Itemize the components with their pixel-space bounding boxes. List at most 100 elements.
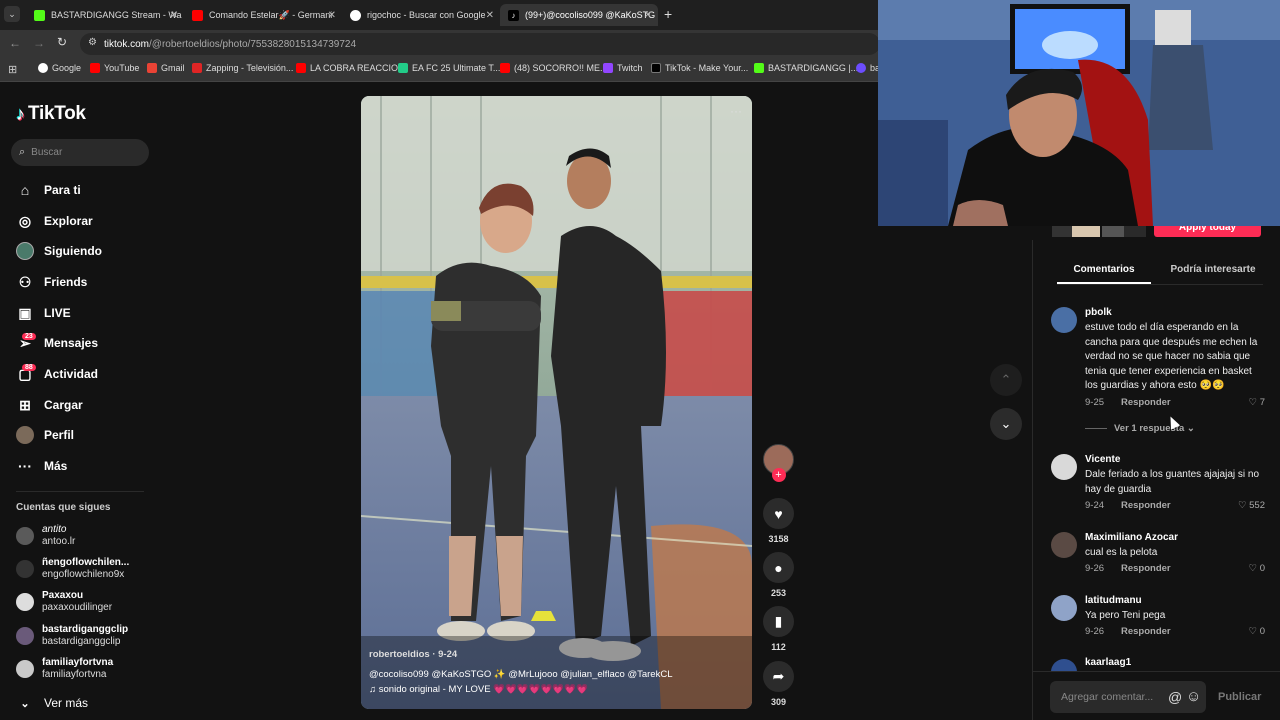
comment-username[interactable]: kaarlaag1 [1085, 657, 1131, 668]
comment-button[interactable]: ● 253 [763, 552, 794, 598]
comment-username[interactable]: pbolk [1085, 307, 1112, 318]
bookmark-lacobra[interactable]: LA COBRA REACCIO... [296, 63, 406, 73]
bookmark-twitch[interactable]: Twitch [603, 63, 643, 73]
follow-plus-icon[interactable]: + [771, 468, 786, 482]
bookmark-gmail[interactable]: Gmail [147, 63, 185, 73]
tab-youtube[interactable]: Comando Estelar🚀 - Germani ✕ [184, 4, 342, 26]
following-item[interactable]: bastardiganggclip bastardiganggclip [16, 624, 128, 648]
site-info-icon[interactable]: ⚙ [88, 37, 97, 48]
comment-like-button[interactable]: ♡ 7 [1249, 397, 1265, 408]
see-more-button[interactable]: ⌄ Ver más [16, 694, 88, 712]
more-icon: ··· [18, 458, 32, 474]
new-tab-button[interactable]: + [664, 6, 672, 22]
nav-label: Mensajes [44, 336, 99, 350]
tab-kick[interactable]: BASTARDIGANGG Stream - Wa ✕ [26, 4, 184, 26]
post-sound[interactable]: ♫ sonido original - MY LOVE 💗💗💗💗💗💗💗💗 [369, 684, 588, 695]
tab-tiktok[interactable]: ♪ (99+)@cocoliso099 @KaKoSTG ✕ [500, 4, 658, 26]
bookmark-socorro[interactable]: (48) SOCORRO!! ME... [500, 63, 608, 73]
youtube-icon [90, 63, 100, 73]
bookmark-ba[interactable]: ba [856, 63, 880, 73]
comment-input[interactable]: Agregar comentar... @ ☺ [1050, 681, 1206, 713]
following-item[interactable]: Paxaxou paxaxoudilinger [16, 590, 112, 614]
reload-icon[interactable]: ↻ [57, 35, 67, 49]
post-author[interactable]: robertoeldios · 9-24 [369, 649, 457, 660]
tab-podria-interesarte[interactable]: Podría interesarte [1163, 264, 1263, 275]
url-field[interactable]: ⚙ tiktok.com /@robertoeldios/photo/75538… [80, 33, 880, 55]
bookmark-eafc[interactable]: EA FC 25 Ultimate T... [398, 63, 500, 73]
tab-comentarios[interactable]: Comentarios [1057, 264, 1151, 284]
reply-button[interactable]: Responder [1121, 500, 1171, 511]
comment-like-button[interactable]: ♡ 0 [1249, 563, 1265, 574]
close-icon[interactable]: ✕ [170, 10, 178, 21]
reply-button[interactable]: Responder [1121, 563, 1171, 574]
avatar[interactable] [1051, 595, 1077, 621]
nav-friends[interactable]: ⚇ Friends [16, 273, 88, 291]
comment-username[interactable]: Vicente [1085, 454, 1120, 465]
comment-username[interactable]: latitudmanu [1085, 595, 1142, 606]
avatar[interactable] [1051, 307, 1077, 333]
following-item[interactable]: ñengoflowchilen... engoflowchileno9x [16, 557, 129, 581]
following-handle: paxaxoudilinger [42, 602, 113, 613]
avatar[interactable] [1051, 532, 1077, 558]
back-icon[interactable]: ← [9, 36, 21, 50]
following-handle: familiayfortvna [42, 669, 107, 680]
comment-like-button[interactable]: ♡ 552 [1238, 500, 1265, 511]
next-post-button[interactable]: ⌄ [990, 408, 1022, 440]
post-mentions[interactable]: @cocoliso099 @KaKoSTGO ✨ @MrLujooo @juli… [369, 669, 672, 680]
nav-para-ti[interactable]: ⌂ Para ti [16, 181, 81, 199]
photo-post[interactable]: ··· robertoeldios · 9-24 @cocoliso099 @K… [361, 96, 752, 709]
following-handle: antoo.lr [42, 536, 76, 547]
tab-search-icon[interactable]: ⌄ [4, 6, 20, 22]
forward-icon[interactable]: → [33, 36, 45, 50]
close-icon[interactable]: ✕ [328, 10, 336, 21]
mention-icon[interactable]: @ [1168, 689, 1182, 705]
bookmark-label: EA FC 25 Ultimate T... [412, 63, 501, 73]
more-options-icon[interactable]: ··· [730, 104, 742, 118]
emoji-icon[interactable]: ☺ [1186, 688, 1201, 705]
nav-perfil[interactable]: Perfil [16, 426, 74, 444]
comment-username[interactable]: Maximiliano Azocar [1085, 532, 1178, 543]
share-icon: ➦ [763, 661, 794, 692]
nav-live[interactable]: ▣ LIVE [16, 304, 70, 322]
nav-siguiendo[interactable]: Siguiendo [16, 242, 102, 260]
author-avatar-button[interactable]: + [763, 444, 794, 482]
like-button[interactable]: ♥ 3158 [763, 498, 794, 544]
bookmark-google[interactable]: Google [38, 63, 81, 73]
search-placeholder: Buscar [31, 147, 63, 158]
close-icon[interactable]: ✕ [486, 10, 494, 21]
apply-today-button[interactable]: Apply today [1154, 226, 1261, 237]
tab-google[interactable]: rigochoc - Buscar con Google ✕ [342, 4, 500, 26]
save-button[interactable]: ▮ 112 [763, 606, 794, 652]
search-input[interactable]: ⌕ Buscar [11, 139, 149, 166]
bookmark-tiktok[interactable]: TikTok - Make Your... [651, 63, 748, 73]
following-item[interactable]: antito antoo.lr [16, 524, 75, 548]
reply-button[interactable]: Responder [1121, 626, 1171, 637]
photo-image [361, 96, 752, 709]
bookmark-zapping[interactable]: Zapping - Televisión... [192, 63, 293, 73]
share-button[interactable]: ➦ 309 [763, 661, 794, 707]
avatar[interactable] [1051, 454, 1077, 480]
avatar[interactable] [1051, 659, 1077, 671]
close-icon[interactable]: ✕ [644, 10, 652, 21]
bookmark-label: YouTube [104, 63, 140, 73]
bookmark-youtube[interactable]: YouTube [90, 63, 139, 73]
comment-like-count: 552 [1249, 500, 1265, 511]
comment-like-button[interactable]: ♡ 0 [1249, 626, 1265, 637]
reply-button[interactable]: Responder [1121, 397, 1171, 408]
view-replies-button[interactable]: Ver 1 respuesta ⌄ [1114, 423, 1195, 434]
nav-mas[interactable]: ··· Más [16, 457, 67, 475]
comment-item: Maximiliano Azocar cual es la pelota 9-2… [1051, 532, 1265, 582]
nav-explorar[interactable]: ◎ Explorar [16, 212, 93, 230]
nav-label: Explorar [44, 214, 93, 228]
following-item[interactable]: familiayfortvna familiayfortvna [16, 657, 113, 681]
apps-grid-icon[interactable]: ⊞ [8, 63, 17, 76]
comment-placeholder: Agregar comentar... [1061, 691, 1154, 703]
nav-cargar[interactable]: ⊞ Cargar [16, 396, 83, 414]
comment-date: 9-25 [1085, 397, 1105, 408]
youtube-icon [296, 63, 306, 73]
previous-post-button[interactable]: ⌃ [990, 364, 1022, 396]
bookmark-bastardigangg[interactable]: BASTARDIGANGG |... [754, 63, 858, 73]
publish-button[interactable]: Publicar [1218, 691, 1261, 703]
friends-icon: ⚇ [18, 273, 32, 290]
tiktok-logo[interactable]: ♪ TikTok [16, 103, 86, 125]
